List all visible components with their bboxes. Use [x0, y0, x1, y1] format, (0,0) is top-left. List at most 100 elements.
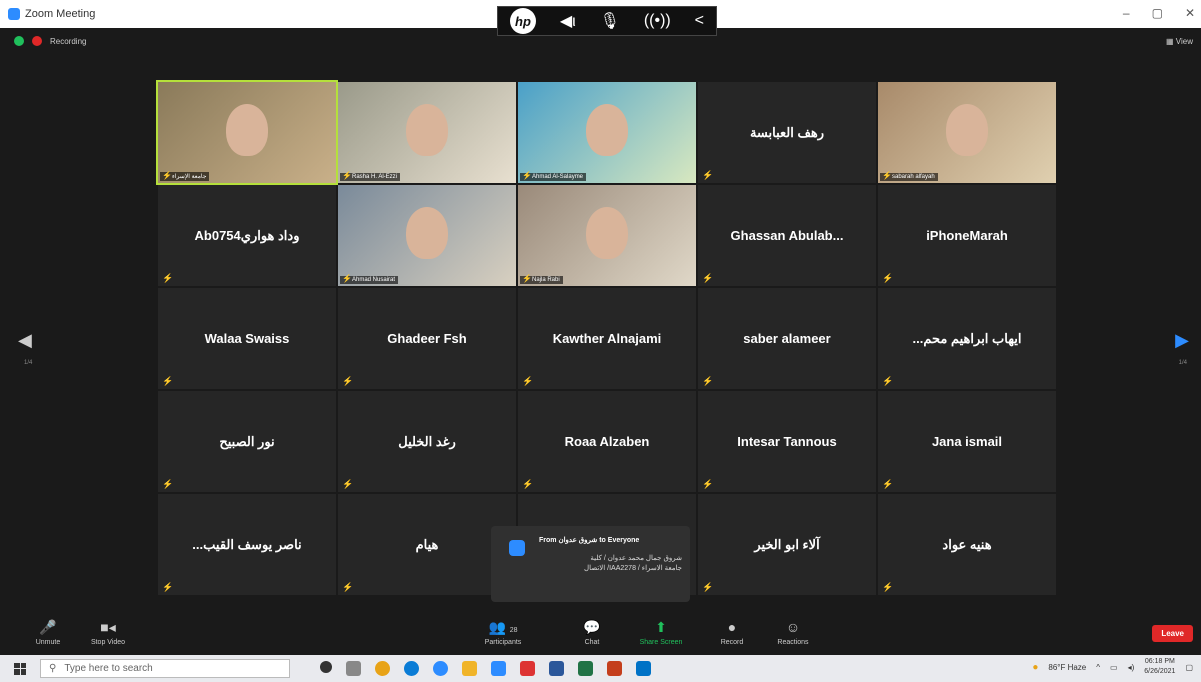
participant-face [406, 104, 448, 156]
muted-mic-icon: ⚡ [162, 171, 172, 180]
participant-tile[interactable]: Intesar Tannous ⚡ [698, 391, 876, 492]
participant-tile[interactable]: Ahmad Al-Salayme ⚡ [518, 82, 696, 183]
leave-button[interactable]: Leave [1152, 625, 1193, 642]
right-page-indicator: 1/4 [1178, 360, 1187, 366]
muted-mic-icon: ⚡ [882, 171, 892, 180]
participant-tile[interactable]: آلاء ابو الخير ⚡ [698, 494, 876, 595]
opera-icon[interactable] [520, 661, 535, 676]
windows-taskbar: ⚲ Type here to search ● 86°F Haze ^ ▭ ◂)… [0, 655, 1201, 682]
recording-label: Recording [50, 36, 87, 46]
task-view-icon[interactable] [346, 661, 361, 676]
previous-page-arrow-icon[interactable]: ◀ [18, 330, 32, 351]
unmute-label: Unmute [35, 639, 61, 646]
participant-tile[interactable]: Ab0754وداد هواري ⚡ [158, 185, 336, 286]
restore-button[interactable]: ▢ [1152, 6, 1163, 20]
participant-tile[interactable]: iPhoneMarah ⚡ [878, 185, 1056, 286]
stop-video-label: Stop Video [90, 639, 126, 646]
chat-button[interactable]: 💬 Chat [562, 619, 622, 646]
network-icon[interactable]: ▭ [1110, 663, 1118, 672]
participant-name: Ab0754وداد هواري [194, 227, 300, 243]
window-title: Zoom Meeting [25, 8, 96, 20]
minimize-button[interactable]: – [1123, 6, 1130, 20]
share-screen-button[interactable]: ⬆ Share Screen [631, 619, 691, 646]
muted-mic-icon: ⚡ [342, 171, 352, 180]
muted-mic-icon: ⚡ [162, 376, 174, 386]
back-icon[interactable]: < [695, 12, 704, 30]
participant-tile[interactable]: saber alameer ⚡ [698, 288, 876, 389]
participant-tile[interactable]: ...ايهاب ابراهيم محم ⚡ [878, 288, 1056, 389]
volume-icon[interactable]: ◂) [1128, 663, 1135, 672]
muted-mic-icon: ⚡ [162, 273, 174, 283]
chrome-icon[interactable] [375, 661, 390, 676]
participant-tile[interactable]: Ahmad Nusairat ⚡ [338, 185, 516, 286]
muted-mic-icon: ⚡ [522, 376, 534, 386]
word-icon[interactable] [549, 661, 564, 676]
participant-tile[interactable]: رغد الخليل ⚡ [338, 391, 516, 492]
speaker-icon[interactable]: ◀ι [560, 11, 576, 31]
participant-name: رغد الخليل [398, 433, 456, 449]
participant-tile[interactable]: Rasha H. Al-Ezzi ⚡ [338, 82, 516, 183]
microphone-icon[interactable]: 🎙 [600, 11, 620, 31]
muted-mic-icon: ⚡ [162, 479, 174, 489]
participant-face [586, 104, 628, 156]
participant-tile[interactable]: هنيه عواد ⚡ [878, 494, 1056, 595]
participant-name: Intesar Tannous [737, 434, 837, 449]
next-page-arrow-icon[interactable]: ▶ [1175, 330, 1189, 351]
taskbar-search-box[interactable]: ⚲ Type here to search [40, 659, 290, 678]
participant-tile[interactable]: جامعة الإسراء ⚡ [156, 80, 338, 185]
participant-tile[interactable]: Roaa Alzaben ⚡ [518, 391, 696, 492]
participants-button[interactable]: 👥 28 Participants [473, 619, 533, 646]
participant-tile[interactable]: ...ناصر يوسف القيب ⚡ [158, 494, 336, 595]
participants-label: Participants [484, 639, 522, 646]
broadcast-icon[interactable]: ((•)) [644, 12, 671, 30]
participant-face [406, 207, 448, 259]
file-explorer-icon[interactable] [462, 661, 477, 676]
reactions-button[interactable]: ☺ Reactions [763, 619, 823, 646]
stop-video-button[interactable]: ■◂ Stop Video [78, 619, 138, 646]
taskbar-clock[interactable]: 06:18 PM 6/26/2021 [1144, 657, 1175, 677]
muted-mic-icon: ⚡ [342, 479, 354, 489]
clock-time: 06:18 PM [1144, 658, 1175, 665]
muted-mic-icon: ⚡ [702, 479, 714, 489]
participant-tile[interactable]: sabarah alfayah ⚡ [878, 82, 1056, 183]
muted-mic-icon: ⚡ [522, 171, 532, 180]
hp-logo-icon: hp [509, 8, 536, 34]
weather-label[interactable]: 86°F Haze [1048, 663, 1086, 672]
participant-tile[interactable]: Jana ismail ⚡ [878, 391, 1056, 492]
record-button[interactable]: ● Record [702, 619, 762, 646]
tray-chevron-icon[interactable]: ^ [1096, 663, 1100, 672]
participants-icon: 👥 28 [488, 619, 518, 635]
chat-bubble-icon: 💬 [583, 619, 601, 635]
edge-icon[interactable] [404, 661, 419, 676]
participant-tile[interactable]: Walaa Swaiss ⚡ [158, 288, 336, 389]
reactions-label: Reactions [777, 639, 809, 646]
chat-notification-popup[interactable]: From شروق عدوان to Everyone شروق جمال مح… [491, 526, 690, 602]
outlook-icon[interactable] [636, 661, 651, 676]
system-tray: ● 86°F Haze ^ ▭ ◂) 06:18 PM 6/26/2021 ▢ [1032, 657, 1193, 677]
notifications-icon[interactable]: ▢ [1185, 663, 1193, 672]
participant-name: saber alameer [743, 331, 831, 346]
cortana-icon[interactable] [320, 661, 332, 673]
chat-from-label: From [539, 537, 557, 544]
share-screen-label: Share Screen [639, 639, 683, 646]
participant-tile[interactable]: رهف العبابسة ⚡ [698, 82, 876, 183]
participant-tile[interactable]: Ghadeer Fsh ⚡ [338, 288, 516, 389]
recording-icon[interactable] [32, 36, 42, 46]
zoom-app-icon[interactable] [433, 661, 448, 676]
excel-icon[interactable] [578, 661, 593, 676]
muted-mic-icon: ⚡ [702, 582, 714, 592]
view-button[interactable]: ▦ View [1166, 37, 1193, 46]
zoom-meeting-icon[interactable] [491, 661, 506, 676]
close-button[interactable]: ✕ [1185, 6, 1195, 20]
participant-tile[interactable]: Ghassan Abulab... ⚡ [698, 185, 876, 286]
unmute-button[interactable]: 🎤 Unmute [18, 619, 78, 646]
participant-tile[interactable]: Kawther Alnajami ⚡ [518, 288, 696, 389]
powerpoint-icon[interactable] [607, 661, 622, 676]
participant-name: رهف العبابسة [749, 124, 825, 140]
security-shield-icon[interactable] [14, 36, 24, 46]
participant-tile[interactable]: هيام ⚡ [338, 494, 516, 595]
muted-mic-icon: ⚡ [702, 273, 714, 283]
participant-tile[interactable]: نور الصبيح ⚡ [158, 391, 336, 492]
participant-tile[interactable]: Najla Rabi ⚡ [518, 185, 696, 286]
windows-start-icon[interactable] [14, 662, 26, 675]
